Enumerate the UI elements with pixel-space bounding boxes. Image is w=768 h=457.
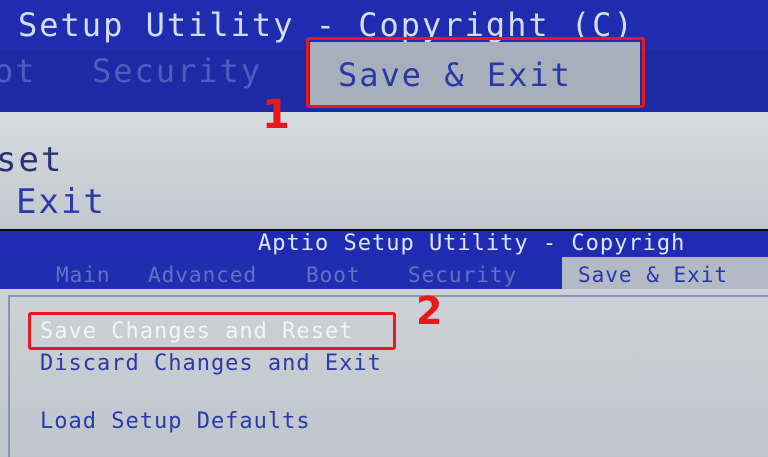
menu-item-discard-exit[interactable]: Exit	[16, 182, 106, 222]
menu-item-load-setup-defaults[interactable]: Load Setup Defaults	[40, 409, 311, 434]
title-text: Aptio Setup Utility - Copyrigh	[258, 231, 686, 256]
tab-advanced[interactable]: Advanced	[148, 263, 257, 287]
bios-save-exit-panel: Aptio Setup Utility - Copyrigh Main Adva…	[0, 231, 768, 457]
step-marker-1: 1	[262, 92, 290, 138]
highlight-box-save-changes-reset	[28, 312, 396, 350]
tab-boot[interactable]: Boot	[306, 263, 361, 287]
highlight-box-save-exit-tab	[306, 37, 645, 108]
tab-main[interactable]: Main	[56, 263, 111, 287]
tab-boot[interactable]: ot	[0, 52, 37, 90]
tab-save-exit[interactable]: Save & Exit	[578, 263, 728, 287]
menu-item-save-changes-reset[interactable]: set	[0, 140, 63, 180]
zoomed-bios-panel: Setup Utility - Copyright (C) ot Securit…	[0, 0, 768, 231]
menu-area	[0, 112, 768, 229]
tab-security[interactable]: Security	[92, 52, 262, 90]
step-marker-2: 2	[416, 289, 443, 333]
tab-security[interactable]: Security	[408, 263, 517, 287]
menu-item-discard-changes-exit[interactable]: Discard Changes and Exit	[40, 351, 382, 376]
